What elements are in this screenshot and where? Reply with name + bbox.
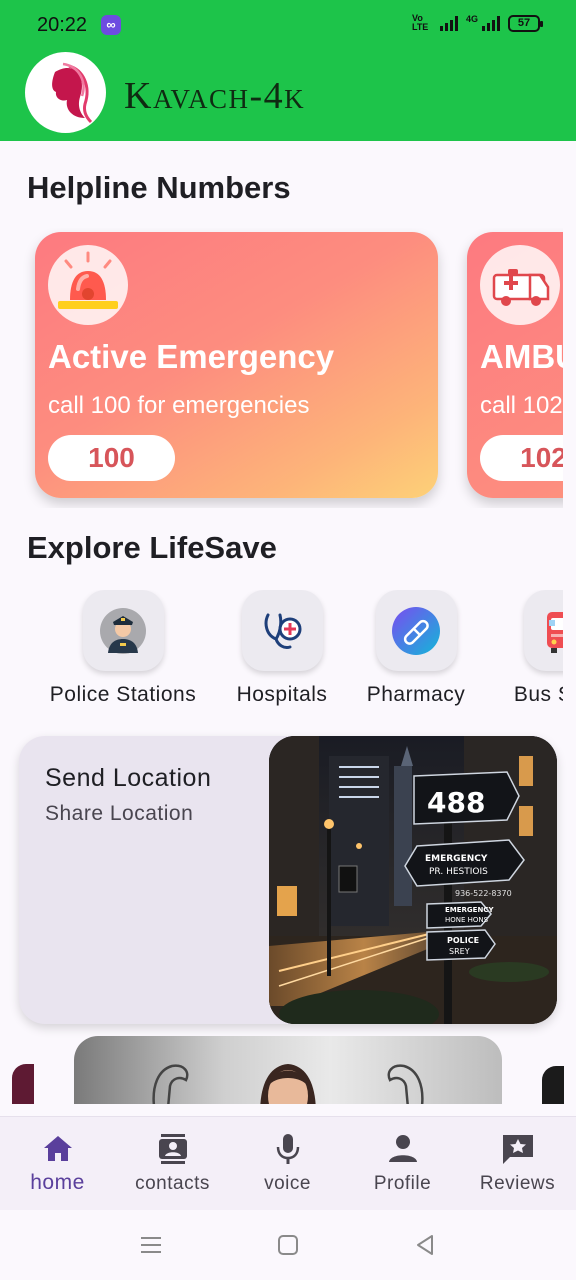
svg-text:POLICE: POLICE [447,936,479,945]
helpline-section-title: Helpline Numbers [27,170,291,205]
helpline-card-subtitle: call 100 for emergencies [48,392,310,419]
alarm-siren-icon [48,245,128,325]
app-bar: Kavach-4k [0,52,576,141]
app-title: Kavach-4k [124,75,306,117]
microphone-icon [276,1134,299,1164]
city-street-image: 488 EMERGENCY PR. HESTIOIS 936-522-8370 … [269,736,557,1024]
explore-carousel[interactable]: Police Stations Hospitals Pharmacy Bus [0,590,563,720]
woman-profile-icon [52,62,93,124]
system-navigation-bar [0,1210,576,1280]
svg-text:936-522-8370: 936-522-8370 [455,889,512,898]
nav-label: contacts [135,1173,210,1194]
police-officer-icon [82,590,164,671]
stethoscope-icon [241,590,323,671]
helpline-card-title: Active Emergency [48,338,335,375]
status-bar: 20:22 ∞ Vo LTE 4G 57 [0,0,576,52]
status-indicators: Vo LTE 4G 57 [411,13,543,32]
pills-icon [375,590,457,671]
image-carousel[interactable] [0,1036,576,1104]
explore-label: Pharmacy [366,683,466,706]
svg-text:PR. HESTIOIS: PR. HESTIOIS [429,867,488,877]
nav-label: voice [264,1173,311,1194]
svg-text:EMERGENCY: EMERGENCY [425,854,488,864]
nav-contacts[interactable]: contacts [115,1117,230,1211]
explore-label: Bus Stops [513,683,563,706]
call-102-button[interactable]: 102 [480,435,563,481]
carousel-next-card[interactable] [542,1066,564,1104]
svg-text:488: 488 [427,786,485,819]
contacts-icon [158,1134,187,1164]
svg-text:SREY: SREY [449,947,470,956]
reviews-icon [502,1135,533,1164]
battery-icon: 57 [508,14,543,32]
send-location-title: Send Location [45,764,212,792]
svg-text:EMERGENCY: EMERGENCY [445,906,494,914]
nav-reviews[interactable]: Reviews [460,1117,575,1211]
carousel-prev-card[interactable] [12,1064,34,1104]
home-square-icon[interactable] [275,1232,301,1258]
nav-voice[interactable]: voice [230,1117,345,1211]
helpline-card-ambulance[interactable]: AMBULANCE call 102 for ambulance 102 [467,232,563,498]
nav-label: Reviews [479,1173,556,1194]
explore-item-bus[interactable]: Bus Stops [484,590,563,707]
explore-section-title: Explore LifeSave [27,530,277,565]
helpline-card-subtitle: call 102 for ambulance [480,392,563,419]
share-location-subtitle: Share Location [45,802,194,825]
status-time: 20:22 [37,14,88,36]
woman-flexing-image [152,1064,424,1104]
signal-icon [439,15,458,31]
home-icon [43,1136,72,1161]
nav-label: Profile [373,1173,432,1194]
bottom-navigation: home contacts voice Profile Reviews [0,1116,576,1210]
explore-item-police[interactable]: Police Stations [43,590,203,707]
app-logo [25,52,106,133]
explore-label: Police Stations [49,683,197,706]
nav-label: home [30,1171,85,1194]
svg-text:HONE HONS: HONE HONS [445,916,489,924]
profile-icon [388,1135,417,1162]
bus-icon [523,590,563,671]
menu-icon[interactable] [138,1232,164,1258]
helpline-card-title: AMBULANCE [480,338,563,375]
back-triangle-icon[interactable] [412,1232,438,1258]
carousel-main-card[interactable] [74,1036,502,1104]
ambulance-icon [480,245,560,325]
network-type: 4G [465,14,478,24]
helpline-card-emergency[interactable]: Active Emergency call 100 for emergencie… [35,232,438,498]
nav-home[interactable]: home [0,1117,115,1211]
helpline-carousel[interactable]: Active Emergency call 100 for emergencie… [0,228,563,508]
link-app-icon: ∞ [101,15,121,35]
signal-icon-2 [482,15,500,31]
call-100-button[interactable]: 100 [48,435,175,481]
volte-icon: Vo LTE [411,13,429,32]
send-location-card[interactable]: Send Location Share Location 488 EMERGEN… [19,736,557,1024]
explore-item-pharmacy[interactable]: Pharmacy [336,590,496,707]
nav-profile[interactable]: Profile [345,1117,460,1211]
